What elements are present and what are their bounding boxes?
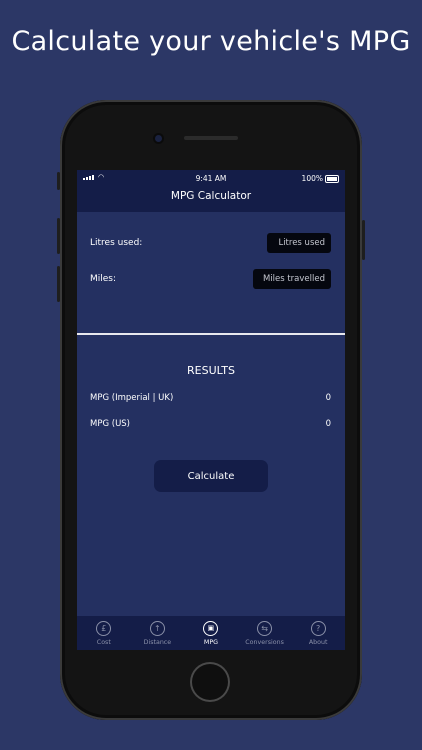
- power-button: [362, 220, 365, 260]
- miles-input[interactable]: [253, 269, 331, 289]
- mpg-uk-label: MPG (Imperial | UK): [90, 393, 174, 403]
- earpiece-speaker: [184, 136, 238, 140]
- mpg-uk-value: 0: [325, 393, 331, 403]
- tab-cost[interactable]: £ Cost: [77, 616, 131, 650]
- tab-conversions[interactable]: ⇆ Conversions: [238, 616, 292, 650]
- conversions-icon: ⇆: [257, 621, 273, 636]
- front-camera: [155, 135, 162, 142]
- litres-label: Litres used:: [90, 238, 143, 248]
- tab-label: Cost: [96, 639, 111, 646]
- tab-distance[interactable]: ↑ Distance: [131, 616, 185, 650]
- tab-label: Conversions: [245, 639, 284, 646]
- calculate-button[interactable]: Calculate: [154, 460, 268, 492]
- battery-percent: 100%: [301, 174, 323, 183]
- marketing-headline: Calculate your vehicle's MPG: [11, 26, 411, 57]
- volume-up-button: [57, 218, 60, 254]
- help-icon: ?: [310, 621, 326, 636]
- distance-icon: ↑: [149, 621, 165, 636]
- app-screen: ◠ 9:41 AM 100% MPG Calculator Litres use…: [77, 170, 345, 650]
- page-title: MPG Calculator: [170, 190, 252, 202]
- phone-frame: ◠ 9:41 AM 100% MPG Calculator Litres use…: [57, 100, 365, 720]
- tab-label: Distance: [143, 639, 172, 646]
- pound-icon: £: [96, 621, 112, 636]
- mpg-us-value: 0: [325, 419, 331, 429]
- home-button[interactable]: [190, 662, 230, 702]
- silent-switch: [57, 172, 60, 190]
- tab-label: MPG: [203, 639, 219, 646]
- tab-mpg[interactable]: ▣ MPG: [184, 616, 238, 650]
- results-heading: RESULTS: [187, 364, 235, 377]
- battery-icon: [325, 175, 339, 183]
- status-bar: ◠ 9:41 AM 100%: [77, 172, 345, 186]
- litres-input[interactable]: [267, 233, 331, 253]
- fuel-pump-icon: ▣: [203, 621, 219, 636]
- tab-label: About: [308, 639, 328, 646]
- mpg-us-label: MPG (US): [90, 419, 130, 429]
- tab-bar: £ Cost ↑ Distance ▣ MPG ⇆ Conversions ? …: [77, 616, 345, 650]
- tab-about[interactable]: ? About: [291, 616, 345, 650]
- section-divider: [77, 333, 345, 335]
- volume-down-button: [57, 266, 60, 302]
- miles-label: Miles:: [90, 274, 117, 284]
- navigation-bar: ◠ 9:41 AM 100% MPG Calculator: [77, 170, 345, 212]
